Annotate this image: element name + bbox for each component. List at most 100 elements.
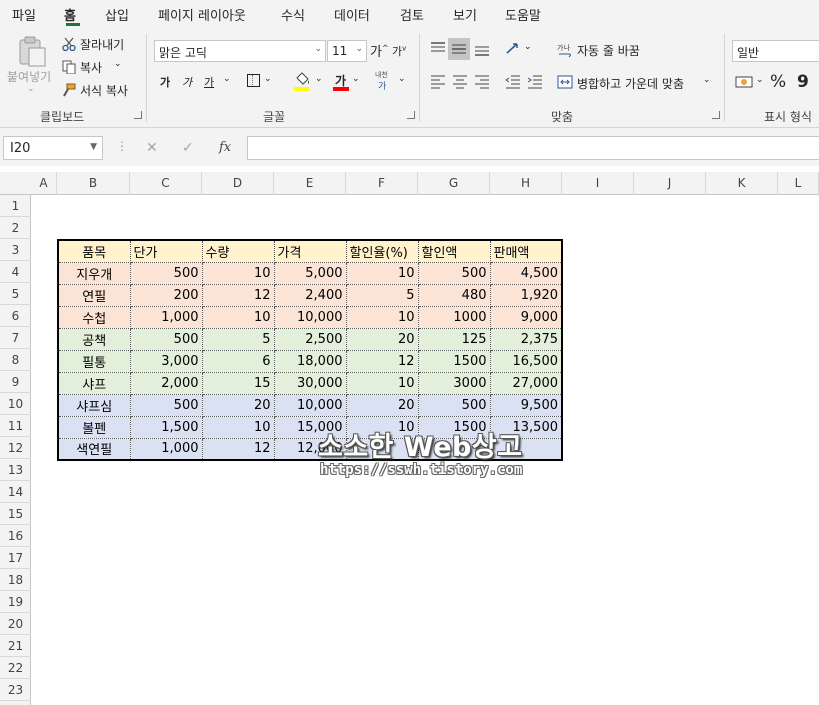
row-header-12[interactable]: 12	[0, 437, 31, 459]
header-cell-discount-amount[interactable]: 할인액	[417, 239, 491, 263]
align-center-icon[interactable]	[452, 75, 468, 89]
cell-unit-price[interactable]: 500	[129, 261, 203, 285]
cell-item[interactable]: 필통	[57, 349, 131, 373]
font-size-combo[interactable]: 11 ⌄	[327, 40, 367, 62]
cell-unit-price[interactable]: 1,000	[129, 305, 203, 329]
clipboard-launcher-icon[interactable]	[134, 111, 142, 119]
format-painter-button[interactable]: 서식 복사	[62, 82, 137, 98]
decrease-indent-icon[interactable]	[505, 75, 521, 89]
tab-home[interactable]: 홈	[64, 5, 76, 24]
merge-center-button[interactable]: 병합하고 가운데 맞춤 ⌄	[557, 74, 717, 92]
column-header-l[interactable]: L	[778, 172, 819, 195]
cell-unit-price[interactable]: 200	[129, 283, 203, 307]
cell-quantity[interactable]: 20	[201, 393, 275, 417]
tab-file[interactable]: 파일	[12, 5, 36, 24]
cell-sales-amount[interactable]: 16,500	[489, 349, 563, 373]
header-cell-discount-rate[interactable]: 할인율(%)	[345, 239, 419, 263]
cell-unit-price[interactable]: 1,500	[129, 415, 203, 439]
column-header-j[interactable]: J	[634, 172, 706, 195]
cancel-entry-icon[interactable]: ✕	[146, 140, 158, 156]
column-header-g[interactable]: G	[418, 172, 490, 195]
row-header-9[interactable]: 9	[0, 371, 31, 393]
row-header-2[interactable]: 2	[0, 217, 31, 239]
paste-button[interactable]	[17, 36, 47, 68]
align-top-icon[interactable]	[430, 42, 446, 56]
cell-unit-price[interactable]: 2,000	[129, 371, 203, 395]
cell-price[interactable]: 10,000	[273, 393, 347, 417]
insert-function-icon[interactable]: fx	[219, 140, 231, 155]
row-header-6[interactable]: 6	[0, 305, 31, 327]
column-header-k[interactable]: K	[706, 172, 778, 195]
shrink-font-button[interactable]: 가v	[392, 43, 406, 59]
tab-page-layout[interactable]: 페이지 레이아웃	[158, 5, 246, 24]
cell-discount-amount[interactable]: 500	[417, 393, 491, 417]
row-header-15[interactable]: 15	[0, 503, 31, 525]
cell-sales-amount[interactable]: 9,000	[489, 305, 563, 329]
row-header-11[interactable]: 11	[0, 415, 31, 437]
row-header-20[interactable]: 20	[0, 613, 31, 635]
row-header-14[interactable]: 14	[0, 481, 31, 503]
cell-quantity[interactable]: 6	[201, 349, 275, 373]
fill-color-button[interactable]	[294, 72, 312, 92]
column-header-h[interactable]: H	[490, 172, 562, 195]
cell-discount-rate[interactable]: 20	[345, 393, 419, 417]
bold-button[interactable]: 가	[160, 74, 170, 90]
underline-button[interactable]: 가	[204, 74, 214, 90]
cell-discount-rate[interactable]: 12	[345, 349, 419, 373]
phonetic-guide-button[interactable]: 내천 가	[374, 70, 396, 92]
tab-help[interactable]: 도움말	[505, 5, 541, 24]
cell-discount-amount[interactable]: 500	[417, 261, 491, 285]
cell-discount-amount[interactable]: 480	[417, 283, 491, 307]
header-cell-sales-amount[interactable]: 판매액	[489, 239, 563, 263]
cell-discount-amount[interactable]: 1500	[417, 349, 491, 373]
header-cell-item[interactable]: 품목	[57, 239, 131, 263]
increase-indent-icon[interactable]	[527, 75, 543, 89]
align-left-icon[interactable]	[430, 75, 446, 89]
cell-quantity[interactable]: 5	[201, 327, 275, 351]
cell-discount-amount[interactable]: 1000	[417, 305, 491, 329]
header-cell-quantity[interactable]: 수량	[201, 239, 275, 263]
cell-unit-price[interactable]: 500	[129, 393, 203, 417]
number-format-combo[interactable]: 일반	[732, 40, 819, 62]
row-header-1[interactable]: 1	[0, 195, 31, 217]
cell-discount-rate[interactable]: 10	[345, 261, 419, 285]
row-header-19[interactable]: 19	[0, 591, 31, 613]
cell-item[interactable]: 샤프심	[57, 393, 131, 417]
comma-style-button[interactable]: 9	[797, 72, 809, 92]
column-header-e[interactable]: E	[274, 172, 346, 195]
header-cell-unit-price[interactable]: 단가	[129, 239, 203, 263]
tab-data[interactable]: 데이터	[334, 5, 370, 24]
tab-formulas[interactable]: 수식	[281, 5, 305, 24]
wrap-text-button[interactable]: 가나 자동 줄 바꿈	[557, 41, 647, 59]
copy-button[interactable]: 복사 ⌄	[62, 59, 132, 75]
cell-price[interactable]: 30,000	[273, 371, 347, 395]
fill-color-dropdown-icon[interactable]: ⌄	[315, 74, 323, 84]
phonetic-dropdown-icon[interactable]: ⌄	[398, 74, 406, 84]
header-cell-price[interactable]: 가격	[273, 239, 347, 263]
cell-price[interactable]: 18,000	[273, 349, 347, 373]
cell-quantity[interactable]: 10	[201, 305, 275, 329]
cell-quantity[interactable]: 12	[201, 283, 275, 307]
tab-review[interactable]: 검토	[400, 5, 424, 24]
column-header-f[interactable]: F	[346, 172, 418, 195]
column-header-i[interactable]: I	[562, 172, 634, 195]
row-header-17[interactable]: 17	[0, 547, 31, 569]
border-button[interactable]	[247, 74, 260, 87]
row-header-18[interactable]: 18	[0, 569, 31, 591]
cell-quantity[interactable]: 10	[201, 261, 275, 285]
italic-button[interactable]: 가	[182, 74, 192, 90]
cell-discount-rate[interactable]: 20	[345, 327, 419, 351]
cell-item[interactable]: 연필	[57, 283, 131, 307]
cell-unit-price[interactable]: 3,000	[129, 349, 203, 373]
row-header-10[interactable]: 10	[0, 393, 31, 415]
row-header-21[interactable]: 21	[0, 635, 31, 657]
cell-sales-amount[interactable]: 27,000	[489, 371, 563, 395]
tab-insert[interactable]: 삽입	[105, 5, 129, 24]
cell-sales-amount[interactable]: 9,500	[489, 393, 563, 417]
paste-dropdown-arrow-icon[interactable]: ⌄	[27, 84, 35, 94]
cell-price[interactable]: 2,500	[273, 327, 347, 351]
cell-price[interactable]: 10,000	[273, 305, 347, 329]
align-bottom-icon[interactable]	[474, 42, 490, 56]
cell-discount-rate[interactable]: 10	[345, 371, 419, 395]
confirm-entry-icon[interactable]: ✓	[182, 140, 194, 156]
